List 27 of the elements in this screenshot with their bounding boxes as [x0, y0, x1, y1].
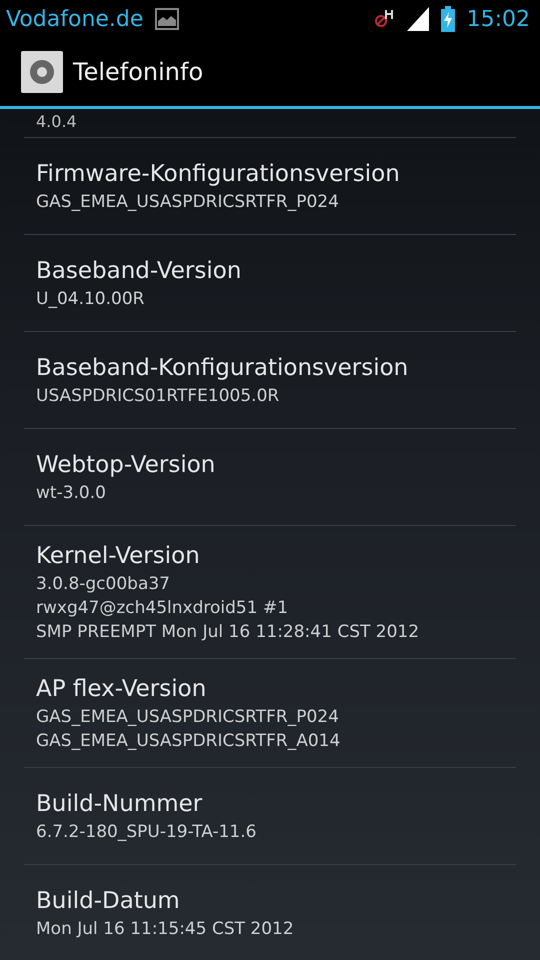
no-data-icon: [374, 8, 395, 30]
item-title[interactable]: Firmware-Konfigurationsversion: [36, 158, 504, 190]
signal-icon: [406, 7, 429, 31]
item-summary: GAS_EMEA_USASPDRICSRTFR_P024: [36, 191, 340, 214]
item-summary: GAS_EMEA_USASPDRICSRTFR_P024: [36, 706, 340, 729]
item-title[interactable]: Baseband-Konfigurationsversion: [36, 352, 504, 384]
item-summary: GAS_EMEA_USASPDRICSRTFR_A014: [36, 730, 342, 753]
image-icon: [155, 8, 180, 30]
item-title[interactable]: Build-Nummer: [36, 788, 504, 820]
item-title[interactable]: Kernel-Version: [36, 540, 504, 572]
screen-title: Telefoninfo: [73, 58, 204, 86]
item-summary: 3.0.8-gc00ba37: [36, 573, 171, 596]
item-summary: wt-3.0.0: [36, 482, 107, 505]
item-summary: Mon Jul 16 11:15:45 CST 2012: [36, 918, 295, 941]
item-summary: 4.0.4: [35, 111, 78, 133]
item-summary: SMP PREEMPT Mon Jul 16 11:28:41 CST 2012: [36, 621, 420, 644]
carrier-name: Vodafone.de: [6, 6, 144, 32]
item-summary: 6.7.2-180_SPU-19-TA-11.6: [36, 821, 258, 844]
item-summary: U_04.10.00R: [36, 288, 146, 311]
battery-charging-icon: [440, 6, 455, 32]
item-summary: USASPDRICS01RTFE1005.0R: [36, 385, 280, 408]
item-summary: rwxg47@zch45lnxdroid51 #1: [36, 597, 290, 620]
item-title[interactable]: Webtop-Version: [36, 449, 504, 481]
item-title[interactable]: Build-Datum: [36, 885, 504, 917]
clock-time: 15:02: [466, 6, 530, 32]
item-title[interactable]: AP flex-Version: [36, 673, 504, 705]
item-title[interactable]: Baseband-Version: [36, 255, 504, 287]
